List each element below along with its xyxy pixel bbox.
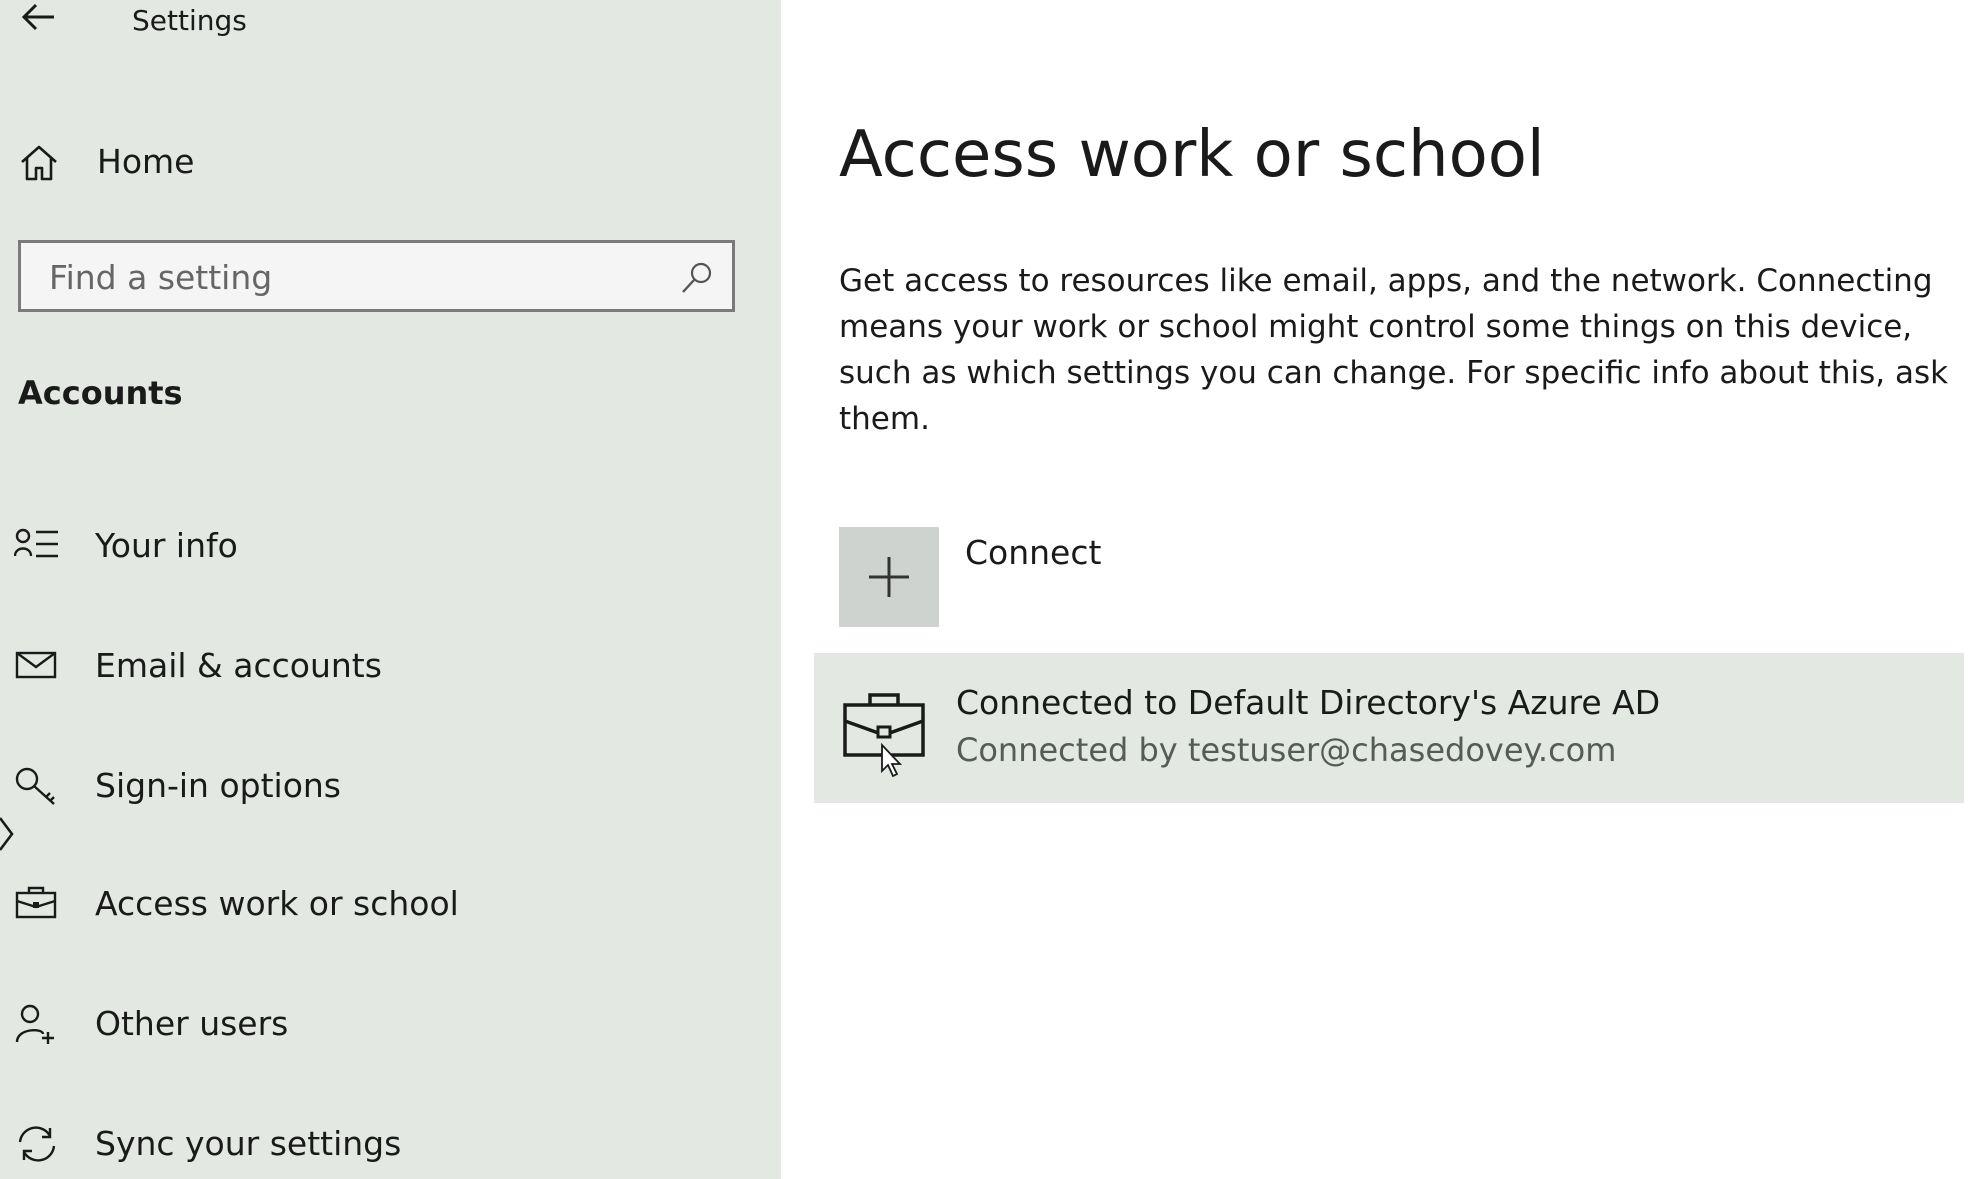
account-subtitle: Connected by testuser@chasedovey.com xyxy=(956,731,1617,769)
mouse-cursor-icon xyxy=(881,743,903,778)
sidebar-item-your-info[interactable]: Your info xyxy=(0,508,781,584)
back-arrow-icon xyxy=(21,3,54,31)
sidebar-item-label: Other users xyxy=(95,1004,289,1043)
sidebar-item-label: Sign-in options xyxy=(95,766,342,805)
home-icon xyxy=(21,145,57,181)
sidebar-item-other-users[interactable]: Other users xyxy=(0,986,781,1062)
title-bar: Settings xyxy=(0,0,781,44)
search-input[interactable] xyxy=(47,253,661,301)
sidebar-item-home-label: Home xyxy=(97,142,195,181)
app-title: Settings xyxy=(132,4,247,37)
sidebar: Settings Home Accounts Your info xyxy=(0,0,781,1179)
your-info-icon xyxy=(14,528,58,558)
search-icon[interactable] xyxy=(680,261,714,295)
connect-button[interactable]: Connect xyxy=(839,527,1239,627)
page-title: Access work or school xyxy=(839,118,1545,192)
sidebar-item-label: Access work or school xyxy=(95,884,459,923)
sidebar-item-home[interactable]: Home xyxy=(0,130,781,194)
sidebar-item-label: Your info xyxy=(95,526,238,565)
search-box[interactable] xyxy=(18,240,735,312)
add-person-icon xyxy=(15,1004,54,1044)
sidebar-item-label: Sync your settings xyxy=(95,1124,402,1163)
sidebar-item-label: Email & accounts xyxy=(95,646,382,685)
briefcase-icon xyxy=(15,886,57,919)
connected-account-item[interactable]: Connected to Default Directory's Azure A… xyxy=(814,653,1964,803)
sidebar-item-sign-in-options[interactable]: Sign-in options xyxy=(0,748,781,824)
sidebar-item-sync-settings[interactable]: Sync your settings xyxy=(0,1106,781,1179)
settings-window: Settings Home Accounts Your info xyxy=(0,0,1984,1179)
connect-label: Connect xyxy=(965,533,1102,572)
main-content: Access work or school Get access to reso… xyxy=(781,0,1984,1179)
sidebar-item-email-accounts[interactable]: Email & accounts xyxy=(0,628,781,704)
section-header-accounts: Accounts xyxy=(18,374,183,412)
connect-tile[interactable] xyxy=(839,527,939,627)
chevron-right-icon xyxy=(0,817,14,851)
email-icon xyxy=(15,651,57,679)
account-title: Connected to Default Directory's Azure A… xyxy=(956,683,1661,722)
key-icon xyxy=(15,767,55,805)
plus-icon xyxy=(869,557,909,597)
sync-icon xyxy=(18,1126,56,1162)
page-description: Get access to resources like email, apps… xyxy=(839,263,1949,437)
back-button[interactable] xyxy=(14,0,62,36)
sidebar-item-access-work-school[interactable]: Access work or school xyxy=(0,866,781,942)
